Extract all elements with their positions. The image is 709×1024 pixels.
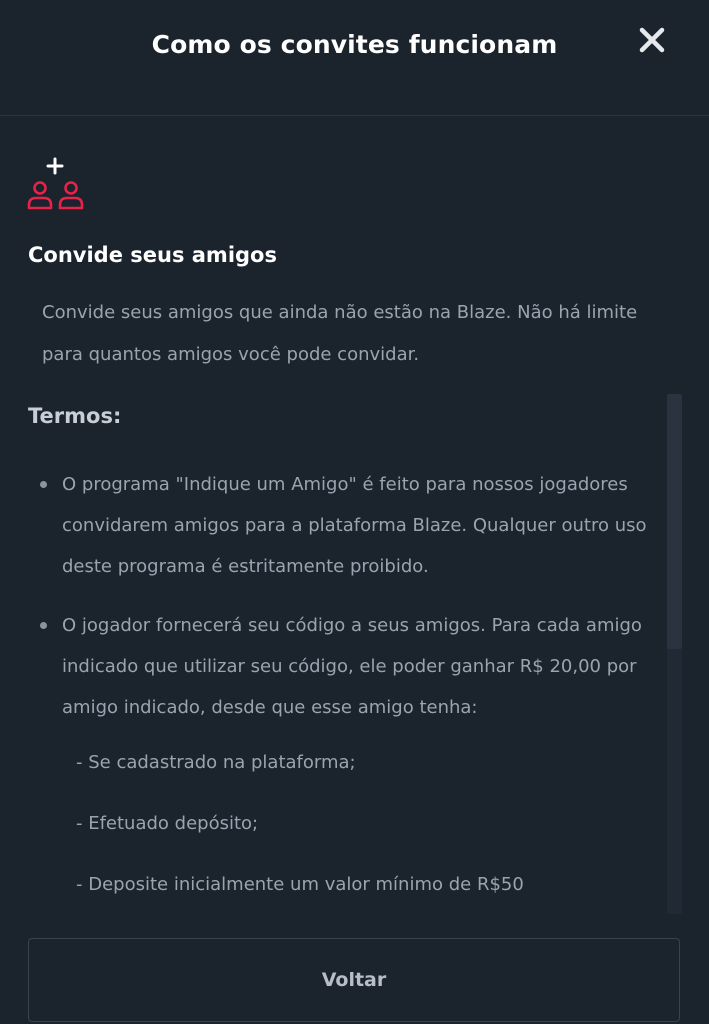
modal-title: Como os convites funcionam — [151, 30, 558, 59]
bullet-icon — [40, 481, 47, 488]
modal-content[interactable]: Convide seus amigos Convide seus amigos … — [0, 116, 709, 916]
scrollbar[interactable] — [667, 394, 682, 914]
conditions-list: - Se cadastrado na plataforma; - Efetuad… — [62, 742, 660, 905]
term-text: O jogador fornecerá seu código a seus am… — [62, 615, 642, 718]
scrollbar-thumb[interactable] — [667, 394, 682, 649]
condition-item: - Deposite inicialmente um valor mínimo … — [76, 874, 524, 895]
terms-title: Termos: — [28, 404, 122, 428]
invite-friends-description: Convide seus amigos que ainda não estão … — [42, 302, 638, 365]
invite-friends-title: Convide seus amigos — [28, 243, 277, 267]
back-button[interactable]: Voltar — [28, 938, 680, 1022]
close-button[interactable] — [636, 24, 668, 56]
add-users-icon — [27, 157, 84, 210]
term-item: O programa "Indique um Amigo" é feito pa… — [0, 464, 660, 587]
invite-info-modal: Como os convites funcionam Convide seus … — [0, 0, 709, 1024]
condition-item: - Efetuado depósito; — [76, 813, 259, 834]
terms-list: O programa "Indique um Amigo" é feito pa… — [0, 464, 660, 905]
term-item: O jogador fornecerá seu código a seus am… — [0, 605, 660, 905]
term-text: O programa "Indique um Amigo" é feito pa… — [62, 474, 647, 577]
close-icon — [639, 27, 665, 53]
modal-header: Como os convites funcionam — [0, 0, 709, 116]
condition-item: - Se cadastrado na plataforma; — [76, 752, 356, 773]
bullet-icon — [40, 622, 47, 629]
